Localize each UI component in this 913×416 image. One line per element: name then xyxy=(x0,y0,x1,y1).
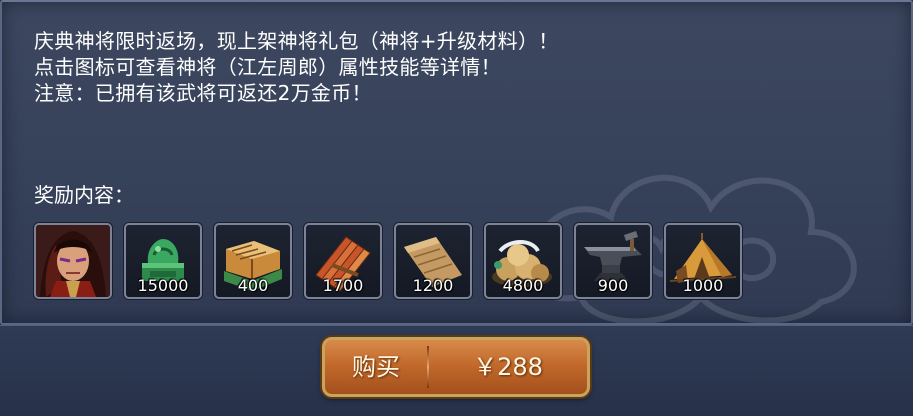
buy-button[interactable]: 购买 ￥288 xyxy=(322,337,590,397)
reward-count: 4800 xyxy=(502,276,544,295)
description-line: 点击图标可查看神将（江左周郎）属性技能等详情！ xyxy=(34,55,501,79)
reward-item-anvil[interactable]: 900 xyxy=(574,223,652,299)
reward-count: 1700 xyxy=(322,276,364,295)
reward-count: 1000 xyxy=(682,276,724,295)
reward-count: 1200 xyxy=(412,276,454,295)
reward-count: 400 xyxy=(237,276,269,295)
description-line: 注意：已拥有该武将可返还2万金币！ xyxy=(34,81,372,105)
pack-description: 庆典神将限时返场，现上架神将礼包（神将+升级材料）！ 点击图标可查看神将（江左周… xyxy=(34,28,559,106)
reward-item-books[interactable]: 400 xyxy=(214,223,292,299)
reward-list: 15000 400 1700 1200 4800 900 1000 xyxy=(34,223,742,301)
general-portrait-icon xyxy=(36,225,110,297)
reward-count: 15000 xyxy=(137,276,189,295)
buy-button-price: ￥288 xyxy=(473,353,543,381)
reward-count: 900 xyxy=(597,276,629,295)
reward-item-parchment[interactable]: 1200 xyxy=(394,223,472,299)
gift-pack-panel: 庆典神将限时返场，现上架神将礼包（神将+升级材料）！ 点击图标可查看神将（江左周… xyxy=(0,0,913,325)
reward-title: 奖励内容： xyxy=(34,183,134,207)
reward-item-tent[interactable]: 1000 xyxy=(664,223,742,299)
description-line: 庆典神将限时返场，现上架神将礼包（神将+升级材料）！ xyxy=(34,29,559,53)
buy-button-label: 购买 xyxy=(352,353,400,381)
reward-item-bamboo-scroll[interactable]: 1700 xyxy=(304,223,382,299)
reward-item-ore[interactable]: 4800 xyxy=(484,223,562,299)
reward-item-general[interactable] xyxy=(34,223,112,299)
reward-item-jade-seal[interactable]: 15000 xyxy=(124,223,202,299)
